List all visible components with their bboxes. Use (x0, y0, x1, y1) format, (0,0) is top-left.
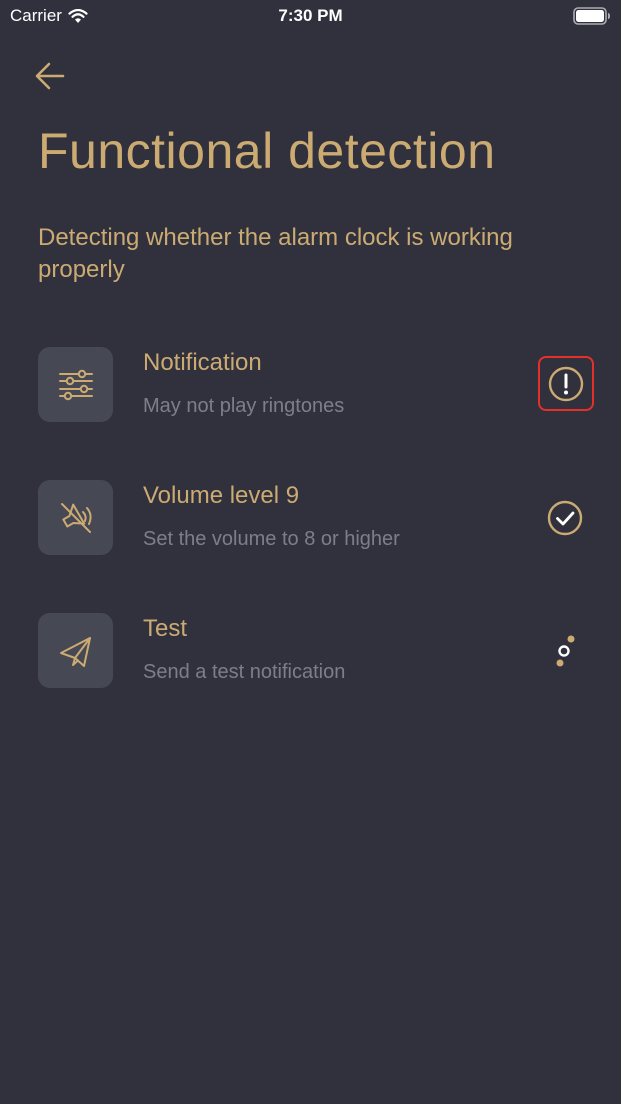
notification-icon-tile (38, 347, 113, 422)
back-button[interactable] (32, 58, 68, 94)
check-title: Volume level 9 (143, 482, 300, 509)
check-description: Send a test notification (143, 661, 346, 683)
test-icon-tile (38, 613, 113, 688)
check-description: Set the volume to 8 or higher (143, 528, 400, 550)
exclamation-circle-icon (548, 366, 584, 401)
check-item-test[interactable]: Test Send a test notification (38, 613, 598, 689)
sliders-icon (58, 369, 93, 400)
clock-time: 7:30 PM (278, 6, 343, 25)
check-description: May not play ringtones (143, 395, 345, 417)
check-title: Test (143, 615, 188, 642)
warning-status-button[interactable] (538, 356, 594, 411)
paper-plane-icon (59, 636, 91, 667)
battery-icon (573, 7, 610, 25)
arrow-left-icon (35, 62, 65, 90)
check-title: Notification (143, 349, 262, 376)
volume-icon-tile (38, 480, 113, 555)
check-item-notification[interactable]: Notification May not play ringtones (38, 347, 598, 423)
speaker-muted-icon (60, 502, 92, 533)
status-bar: Carrier 7:30 PM (0, 0, 621, 34)
check-circle-icon (547, 500, 583, 536)
loading-spinner-icon (556, 635, 575, 667)
check-item-volume[interactable]: Volume level 9 Set the volume to 8 or hi… (38, 480, 598, 556)
page-title: Functional detection (38, 123, 496, 179)
page-subtitle: Detecting whether the alarm clock is wor… (38, 224, 513, 283)
